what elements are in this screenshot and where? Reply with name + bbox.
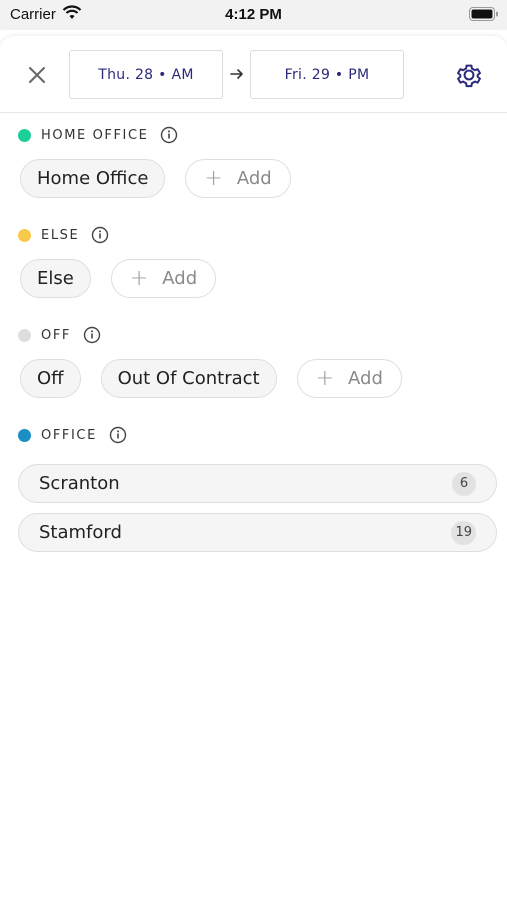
info-icon[interactable] (109, 426, 127, 444)
count-badge: 19 (451, 520, 476, 545)
count-badge: 6 (452, 471, 476, 496)
add-label: Add (162, 268, 198, 289)
else-status-dot (18, 228, 31, 242)
add-label: Add (348, 368, 383, 389)
end-date-button[interactable]: Fri. 29 • PM (250, 50, 404, 99)
office-row-scranton[interactable]: Scranton 6 (18, 464, 497, 503)
plus-icon: + (204, 166, 223, 191)
home-office-status-dot (18, 128, 31, 142)
section-else-header: ELSE (18, 225, 109, 245)
info-icon[interactable] (91, 226, 109, 244)
section-title: ELSE (41, 227, 80, 243)
settings-button[interactable] (455, 61, 483, 89)
section-title: HOME OFFICE (41, 127, 149, 143)
sheet-header: Thu. 28 • AM Fri. 29 • PM (0, 36, 507, 113)
status-bar: Carrier 4:12 PM (0, 0, 507, 30)
add-else-button[interactable]: + Add (110, 259, 217, 298)
chip-else[interactable]: Else (20, 259, 91, 298)
section-office-header: OFFICE (18, 425, 127, 445)
battery-icon (469, 7, 499, 26)
off-status-dot (18, 328, 31, 342)
section-title: OFFICE (41, 427, 97, 443)
add-home-office-button[interactable]: + Add (185, 159, 291, 198)
plus-icon: + (129, 266, 149, 291)
start-date-button[interactable]: Thu. 28 • AM (69, 50, 223, 99)
chip-home-office[interactable]: Home Office (20, 159, 166, 198)
off-chips: Off Out Of Contract + Add (20, 359, 402, 398)
section-home-office-header: HOME OFFICE (18, 125, 178, 145)
chip-off[interactable]: Off (20, 359, 81, 398)
gear-icon (457, 64, 481, 88)
close-button[interactable] (25, 63, 49, 87)
info-icon[interactable] (160, 126, 178, 144)
plus-icon: + (315, 366, 335, 391)
section-title: OFF (41, 327, 71, 343)
arrow-right-icon (230, 67, 244, 81)
else-chips: Else + Add (20, 259, 217, 298)
schedule-sheet: Thu. 28 • AM Fri. 29 • PM HOME OFFICE Ho… (0, 36, 507, 900)
office-name: Scranton (39, 473, 120, 494)
office-row-stamford[interactable]: Stamford 19 (18, 513, 497, 552)
add-label: Add (236, 168, 272, 189)
clock: 4:12 PM (225, 6, 282, 23)
section-off-header: OFF (18, 325, 101, 345)
close-icon (29, 67, 45, 83)
info-icon[interactable] (83, 326, 101, 344)
chip-out-of-contract[interactable]: Out Of Contract (100, 359, 277, 398)
add-off-button[interactable]: + Add (296, 359, 402, 398)
office-name: Stamford (39, 522, 122, 543)
home-office-chips: Home Office + Add (20, 159, 291, 198)
office-status-dot (18, 428, 31, 442)
